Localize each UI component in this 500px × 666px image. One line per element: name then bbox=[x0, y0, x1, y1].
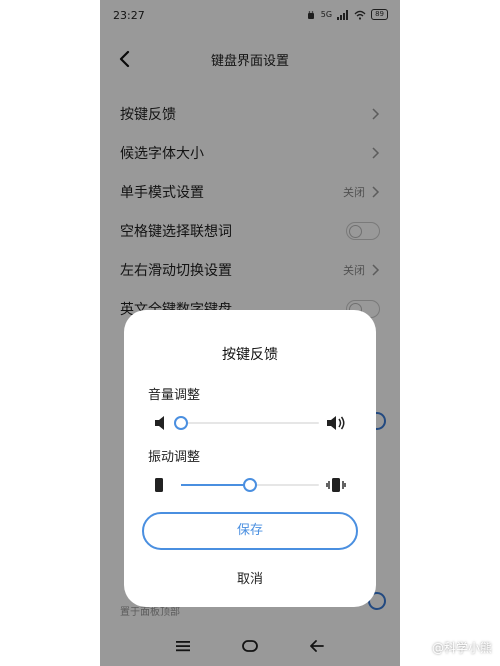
volume-label: 音量调整 bbox=[148, 388, 201, 403]
slider-track bbox=[174, 416, 319, 430]
slider-thumb[interactable] bbox=[174, 416, 188, 430]
cancel-button[interactable]: 取消 bbox=[124, 568, 376, 587]
volume-low-icon bbox=[155, 416, 164, 430]
watermark: @科学小熊 bbox=[431, 641, 492, 655]
volume-slider[interactable] bbox=[154, 412, 346, 434]
vibration-label: 振动调整 bbox=[148, 450, 201, 465]
dialog-title: 按键反馈 bbox=[222, 347, 278, 363]
slider-fill bbox=[181, 484, 250, 486]
phone-vibrate-icon bbox=[326, 478, 346, 492]
slider-track bbox=[181, 478, 319, 492]
volume-high-icon bbox=[327, 416, 345, 430]
phone-screen: 23:27 5G 89 键盘界面设置 按键反馈 候选字体大小 单手模式设置 关闭… bbox=[100, 0, 400, 666]
key-feedback-dialog: 按键反馈 音量调整 振动调整 保存 取消 bbox=[124, 310, 376, 607]
slider-thumb[interactable] bbox=[243, 478, 257, 492]
vibration-slider[interactable] bbox=[154, 474, 346, 496]
save-button[interactable]: 保存 bbox=[142, 512, 358, 550]
phone-still-icon bbox=[155, 478, 163, 492]
